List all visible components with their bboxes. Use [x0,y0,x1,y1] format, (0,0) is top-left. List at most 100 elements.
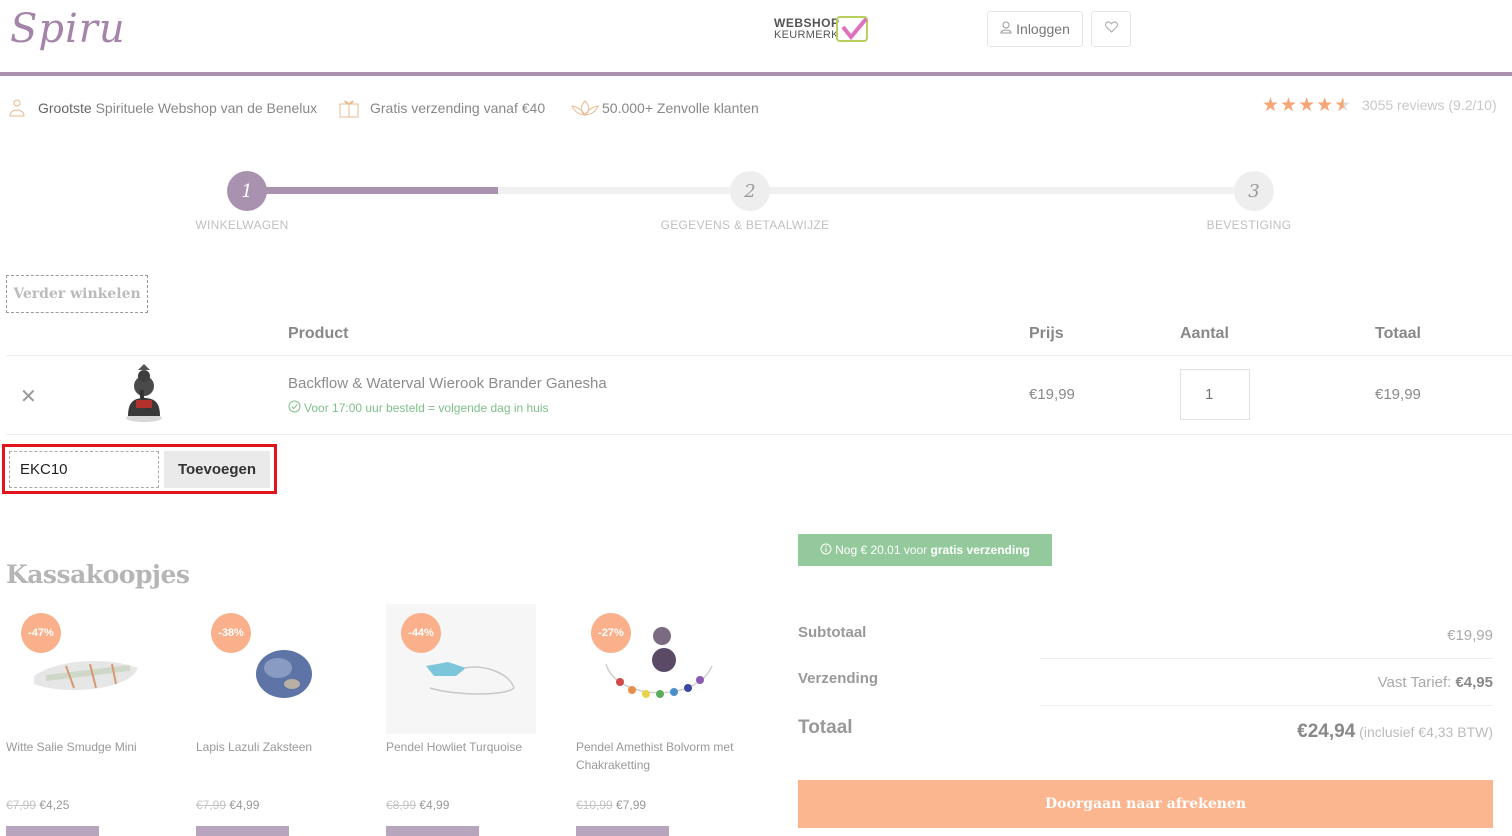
shipping-prefix: Vast Tarief: [1377,674,1456,691]
deal-new-price: €4,25 [39,798,70,812]
coupon-code-input[interactable] [9,451,159,488]
shipping-value: Vast Tarief: €4,95 [1378,674,1493,691]
summary-divider [1040,658,1493,659]
deal-card[interactable]: -47% Witte Salie Smudge Mini €7,99 €4,25 [6,600,176,836]
deal-new-price: €4,99 [419,798,450,812]
deal-card[interactable]: -38% Lapis Lazuli Zaksteen €7,99 €4,99 [196,600,366,836]
webshop-keurmerk-badge[interactable]: WEBSHOP KEURMERK [774,16,874,46]
free-shipping-text: Nog € 20.01 voor gratis verzending [835,543,1030,557]
column-header-price: Prijs [1029,325,1064,342]
quantity-input[interactable] [1180,369,1250,420]
usp-text-1: Grootste Spirituele Webshop van de Benel… [38,100,317,116]
usp-text-2: Gratis verzending vanaf €40 [370,100,546,116]
total-label: Totaal [798,717,853,738]
step-3-circle: 3 [1234,171,1274,211]
login-button[interactable]: Inloggen [987,11,1083,47]
table-divider [6,434,1512,435]
step-3-label: BEVESTIGING [1206,218,1292,232]
continue-shopping-button[interactable]: Verder winkelen [6,275,148,313]
step-1-label: WINKELWAGEN [195,218,289,232]
remove-item-icon[interactable]: ✕ [20,384,37,409]
step-1-circle: 1 [227,171,267,211]
star-icon: ★ [1262,95,1280,116]
cart-item-total: €19,99 [1375,386,1421,403]
usp-text-1-rest: Spirituele Webshop van de Benelux [91,100,318,116]
lotus-icon [570,98,599,118]
deal-name[interactable]: Pendel Amethist Bolvorm met Chakrakettin… [576,738,746,774]
subtotal-label: Subtotaal [798,624,867,641]
summary-divider [1040,705,1493,706]
star-icon: ★ [1280,95,1298,116]
deal-old-price: €7,99 [6,798,37,812]
progress-fill [246,187,498,194]
total-vat-note: (inclusief €4,33 BTW) [1355,724,1493,740]
checkout-button[interactable]: Doorgaan naar afrekenen [798,780,1493,828]
deal-card[interactable]: -44% Pendel Howliet Turquoise €8,99 €4,9… [386,600,556,836]
deal-price: €7,99 €4,25 [6,798,69,812]
delivery-notice: Voor 17:00 uur besteld = volgende dag in… [288,400,549,416]
discount-badge: -44% [401,613,441,653]
check-circle-icon [288,400,301,416]
free-shipping-notice: Nog € 20.01 voor gratis verzending [798,534,1052,566]
column-header-product: Product [288,325,349,342]
column-header-total: Totaal [1375,325,1421,342]
deal-name[interactable]: Pendel Howliet Turquoise [386,738,556,756]
table-divider [6,355,1512,356]
deal-price: €8,99 €4,99 [386,798,449,812]
site-header: Spiru WEBSHOP KEURMERK Inloggen [0,0,1512,76]
shipping-label: Verzending [798,670,879,687]
add-to-cart-button[interactable] [196,826,289,836]
add-to-cart-button[interactable] [576,826,669,836]
usp-largest-webshop: Grootste Spirituele Webshop van de Benel… [6,97,317,119]
deal-price: €10,99 €7,99 [576,798,646,812]
deal-name[interactable]: Witte Salie Smudge Mini [6,738,176,756]
free-shipping-bold: gratis verzending [930,543,1030,557]
discount-badge: -27% [591,613,631,653]
deal-price: €7,99 €4,99 [196,798,259,812]
heart-icon [1104,20,1118,38]
spiru-logo[interactable]: Spiru [10,6,126,52]
step-2-circle: 2 [730,171,770,211]
deal-old-price: €7,99 [196,798,227,812]
usp-free-shipping: Gratis verzending vanaf €40 [338,97,545,119]
step-2-label: GEGEVENS & BETAALWIJZE [660,218,830,232]
reviews-link[interactable]: 3055 reviews (9.2/10) [1362,97,1497,113]
buddha-icon [6,98,28,118]
column-header-quantity: Aantal [1180,325,1229,342]
gift-icon [338,98,360,118]
total-value: €24,94 (inclusief €4,33 BTW) [1297,721,1493,743]
checkmark-icon [836,16,868,42]
usp-customers: 50.000+ Zenvolle klanten [570,97,759,119]
deal-new-price: €4,99 [229,798,260,812]
half-star-icon: ★ [1334,95,1352,116]
deal-old-price: €8,99 [386,798,417,812]
deal-name[interactable]: Lapis Lazuli Zaksteen [196,738,366,756]
shipping-amount: €4,95 [1455,674,1493,691]
kassakoopjes-title: Kassakoopjes [6,560,190,589]
cart-item-name[interactable]: Backflow & Waterval Wierook Brander Gane… [288,375,607,392]
star-icon: ★ [1316,95,1334,116]
info-icon [820,543,832,558]
subtotal-value: €19,99 [1447,627,1493,644]
deal-old-price: €10,99 [576,798,613,812]
discount-badge: -38% [211,613,251,653]
free-shipping-prefix: Nog € 20.01 voor [835,543,931,557]
cart-item-price: €19,99 [1029,386,1075,403]
total-amount: €24,94 [1297,721,1356,742]
ganesha-product-image[interactable] [118,362,170,424]
usp-text-1-bold: Grootste [38,100,92,116]
discount-badge: -47% [21,613,61,653]
add-to-cart-button[interactable] [386,826,479,836]
keurmerk-line2: KEURMERK [774,29,839,41]
login-label: Inloggen [1016,21,1070,37]
apply-coupon-button[interactable]: Toevoegen [164,451,270,488]
usp-text-3: 50.000+ Zenvolle klanten [602,100,759,116]
deal-card[interactable]: -27% Pendel Amethist Bolvorm met Chakrak… [576,600,746,836]
star-icon: ★ [1298,95,1316,116]
user-icon [1000,21,1012,37]
wishlist-button[interactable] [1091,11,1131,47]
keurmerk-line1: WEBSHOP [774,16,840,30]
deal-new-price: €7,99 [616,798,647,812]
add-to-cart-button[interactable] [6,826,99,836]
rating-stars[interactable]: ★ ★ ★ ★ ★ [1262,96,1351,115]
